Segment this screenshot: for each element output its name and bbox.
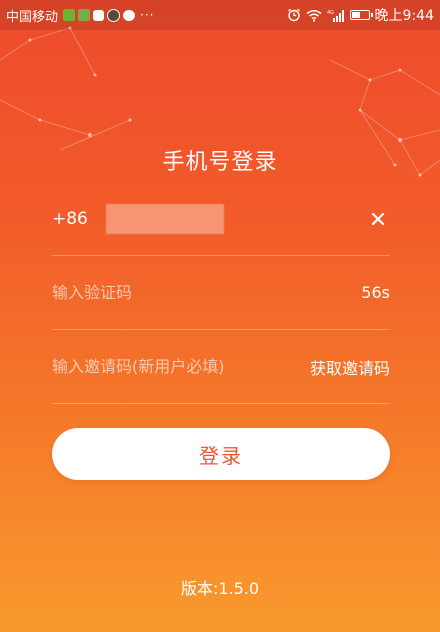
clock: 晚上9:44 bbox=[374, 8, 434, 24]
notification-app-icon bbox=[78, 9, 91, 21]
wifi-icon bbox=[306, 9, 322, 22]
login-screen: 中国移动 ··· 4G 晚上9:44 手机号登录 +86 输入验证码 56s 输… bbox=[0, 0, 440, 632]
invite-code-row: 获取邀请码 bbox=[52, 330, 390, 404]
battery-level bbox=[351, 12, 360, 18]
page-title: 手机号登录 bbox=[162, 150, 278, 175]
status-left: 中国移动 ··· bbox=[0, 6, 154, 25]
code-countdown: 56s bbox=[361, 283, 390, 302]
more-notifications-icon: ··· bbox=[140, 8, 155, 22]
phone-row: +86 bbox=[52, 182, 390, 256]
notification-chat-icon bbox=[123, 9, 136, 21]
country-code: +86 bbox=[52, 208, 88, 229]
notification-cat-icon bbox=[93, 9, 105, 21]
status-bar: 中国移动 ··· 4G 晚上9:44 bbox=[0, 0, 440, 30]
notification-app-icon bbox=[63, 9, 76, 21]
carrier-label: 中国移动 bbox=[6, 9, 59, 25]
alarm-icon bbox=[287, 8, 301, 22]
login-button[interactable]: 登录 bbox=[52, 428, 390, 480]
verification-code-input[interactable] bbox=[52, 275, 352, 310]
invite-code-input[interactable] bbox=[52, 349, 300, 384]
clear-phone-button[interactable] bbox=[366, 207, 390, 231]
notification-avatar-icon bbox=[107, 8, 121, 22]
get-invite-code-button[interactable]: 获取邀请码 bbox=[310, 355, 390, 379]
signal-icon: 4G bbox=[327, 9, 345, 22]
battery-icon bbox=[349, 10, 373, 20]
verification-code-row: 56s bbox=[52, 256, 390, 330]
version-label: 版本:1.5.0 bbox=[180, 579, 260, 598]
svg-text:4G: 4G bbox=[327, 10, 334, 16]
phone-input[interactable] bbox=[105, 203, 224, 234]
close-icon bbox=[371, 212, 385, 225]
status-right: 4G 晚上9:44 bbox=[287, 5, 440, 25]
